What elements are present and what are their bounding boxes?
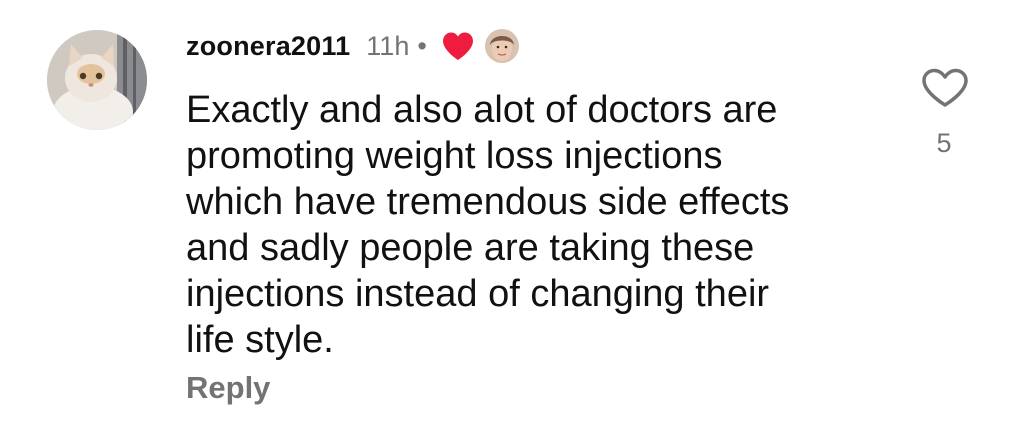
username[interactable]: zoonera2011 [186, 31, 350, 62]
creator-heart-icon [441, 31, 475, 61]
user-avatar[interactable] [47, 30, 147, 130]
reply-button[interactable]: Reply [186, 370, 270, 406]
comment-header: zoonera2011 11h • [186, 24, 521, 68]
comment-item: zoonera2011 11h • Exactly and also alot … [0, 0, 1024, 429]
creator-avatar [482, 27, 521, 65]
timestamp: 11h [366, 30, 410, 61]
like-button[interactable] [921, 68, 969, 108]
heart-outline-icon [922, 68, 968, 107]
like-count: 5 [936, 128, 952, 158]
separator-dot: • [417, 30, 427, 61]
comment-text: Exactly and also alot of doctors are pro… [186, 89, 790, 361]
